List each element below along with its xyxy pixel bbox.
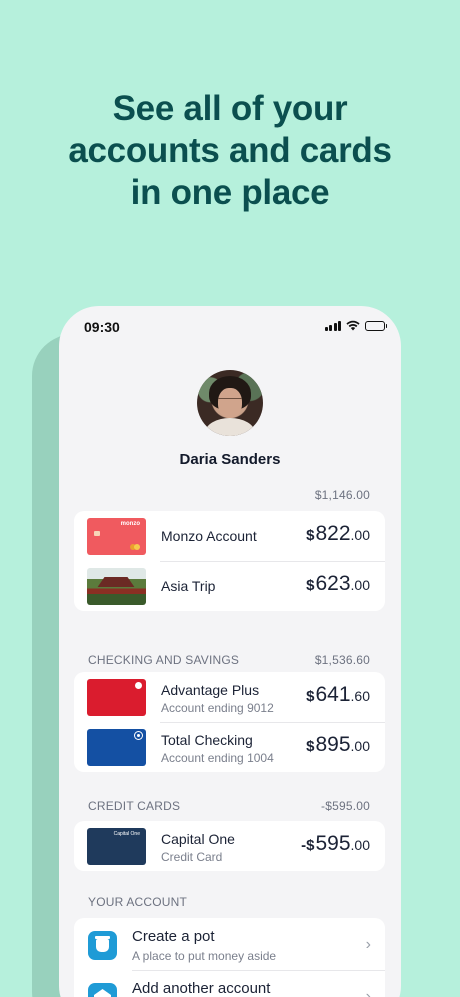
headline: See all of your accounts and cards in on… bbox=[0, 88, 460, 214]
account-amount: $822.00 bbox=[306, 522, 370, 545]
account-row-advantage-plus[interactable]: Advantage Plus Account ending 9012 $641.… bbox=[74, 672, 385, 722]
account-amount: $641.60 bbox=[306, 683, 370, 706]
checking-savings-card: Advantage Plus Account ending 9012 $641.… bbox=[74, 672, 385, 772]
wifi-icon bbox=[346, 320, 360, 331]
account-label: Monzo Account bbox=[161, 528, 257, 544]
summary-total: $1,146.00 bbox=[314, 488, 370, 502]
action-label: Add another account bbox=[132, 980, 271, 997]
trip-photo bbox=[87, 568, 146, 605]
create-pot-row[interactable]: Create a pot A place to put money aside … bbox=[74, 918, 385, 970]
credit-cards-header: CREDIT CARDS -$595.00 bbox=[88, 799, 370, 813]
section-title: CREDIT CARDS bbox=[88, 799, 181, 813]
account-label: Total Checking bbox=[161, 732, 253, 748]
battery-icon bbox=[365, 320, 387, 331]
status-time: 09:30 bbox=[84, 319, 120, 335]
pot-icon bbox=[88, 931, 117, 960]
account-label: Asia Trip bbox=[161, 578, 216, 594]
account-label: Capital One bbox=[161, 831, 235, 847]
signal-icon bbox=[324, 320, 341, 331]
profile-name: Daria Sanders bbox=[179, 451, 281, 468]
status-bar: 09:30 bbox=[59, 306, 401, 348]
section-title: YOUR ACCOUNT bbox=[88, 895, 188, 909]
section-title: CHECKING AND SAVINGS bbox=[88, 653, 240, 667]
section-total: $1,536.60 bbox=[314, 653, 370, 667]
your-account-header: YOUR ACCOUNT bbox=[88, 895, 370, 909]
account-amount: $623.00 bbox=[306, 572, 370, 595]
account-row-total-checking[interactable]: Total Checking Account ending 1004 $895.… bbox=[74, 722, 385, 772]
add-account-row[interactable]: Add another account › bbox=[74, 970, 385, 997]
account-row-capital-one[interactable]: Capital One Capital One Credit Card -$ 59… bbox=[74, 821, 385, 871]
chevron-right-icon: › bbox=[365, 988, 371, 997]
action-label: Create a pot bbox=[132, 928, 215, 945]
summary-total-row: $1,146.00 bbox=[88, 488, 370, 502]
bank-card-icon bbox=[87, 729, 146, 766]
bank-card-icon bbox=[87, 679, 146, 716]
account-amount: -$ 595.00 bbox=[301, 832, 370, 855]
checking-savings-header: CHECKING AND SAVINGS $1,536.60 bbox=[88, 653, 370, 667]
action-sub: A place to put money aside bbox=[132, 949, 277, 963]
top-accounts-card: monzo Monzo Account $822.00 Asia Trip $6… bbox=[74, 511, 385, 611]
avatar[interactable] bbox=[197, 370, 263, 436]
section-total: -$595.00 bbox=[321, 799, 370, 813]
account-row-monzo[interactable]: monzo Monzo Account $822.00 bbox=[74, 511, 385, 561]
account-sub: Account ending 9012 bbox=[161, 701, 274, 715]
account-row-asia-trip[interactable]: Asia Trip $623.00 bbox=[74, 561, 385, 611]
credit-card-icon: Capital One bbox=[87, 828, 146, 865]
account-amount: $895.00 bbox=[306, 733, 370, 756]
account-sub: Credit Card bbox=[161, 850, 223, 864]
headline-line-1: See all of your bbox=[112, 89, 348, 128]
headline-line-2: accounts and cards bbox=[68, 131, 392, 170]
account-sub: Account ending 1004 bbox=[161, 751, 274, 765]
chevron-right-icon: › bbox=[365, 936, 371, 953]
account-label: Advantage Plus bbox=[161, 682, 260, 698]
headline-line-3: in one place bbox=[130, 173, 330, 212]
bank-icon bbox=[88, 983, 117, 997]
status-icons bbox=[324, 320, 387, 331]
your-account-card: Create a pot A place to put money aside … bbox=[74, 918, 385, 997]
phone-screen: 09:30 Daria Sanders $1,146.00 monzo Monz… bbox=[59, 306, 401, 997]
credit-cards-card: Capital One Capital One Credit Card -$ 59… bbox=[74, 821, 385, 871]
monzo-card-icon: monzo bbox=[87, 518, 146, 555]
